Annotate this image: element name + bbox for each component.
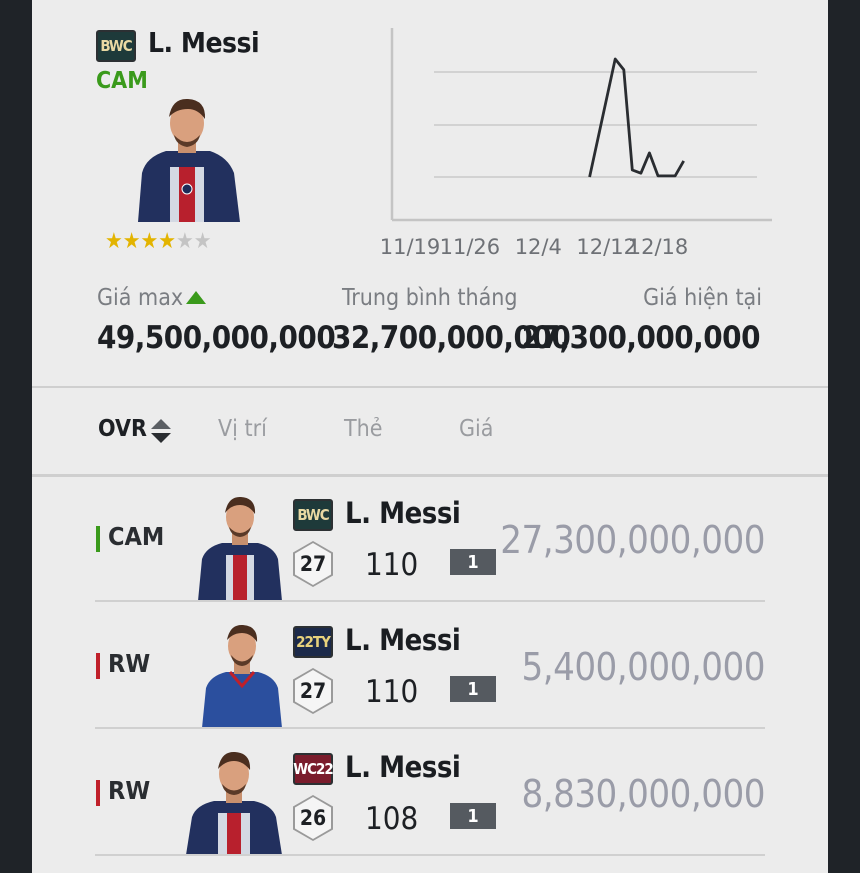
level-hexagon: 26 [293, 795, 333, 841]
position-color-marker [96, 653, 100, 679]
price-line-series [588, 57, 685, 178]
row-ovr: 108 [365, 801, 419, 837]
position-color-marker [96, 780, 100, 806]
row-ovr: 110 [365, 547, 419, 583]
current-price-label: Giá hiện tại [643, 285, 762, 311]
star-empty-icon: ★ [176, 229, 194, 254]
player-summary-card: BWC L. Messi CAM ★★★★★★ 11/19 11/26 12/4 12… [32, 0, 828, 386]
upgrade-grade-box: 1 [450, 676, 496, 702]
row-position: RW [108, 776, 151, 805]
upgrade-grade-box: 1 [450, 803, 496, 829]
star-rating: ★★★★★★ [105, 229, 212, 254]
level-value: 26 [295, 797, 331, 839]
star-filled-icon: ★ [140, 229, 159, 254]
player-price-panel: BWC L. Messi CAM ★★★★★★ 11/19 11/26 12/4 12… [32, 0, 828, 873]
row-position: RW [108, 649, 151, 678]
player-name: L. Messi [148, 26, 260, 59]
sort-bar: OVR Vị trí Thẻ Giá [32, 386, 828, 477]
row-player-name: L. Messi [345, 496, 461, 530]
list-item[interactable]: CAM BWC L. Messi 27 110 1 27,300,000,000 [32, 474, 828, 601]
sort-price-button[interactable]: Giá [459, 416, 493, 442]
row-player-name: L. Messi [345, 750, 461, 784]
price-history-chart: 11/19 11/26 12/4 12/1212/18 [380, 28, 772, 259]
player-photo [198, 496, 282, 601]
row-position: CAM [108, 522, 165, 551]
card-season-badge: 22TY [293, 626, 333, 658]
sort-card-button[interactable]: Thẻ [344, 416, 383, 442]
position-color-marker [96, 526, 100, 552]
row-divider [95, 854, 765, 856]
sort-ovr-button[interactable]: OVR [98, 416, 171, 443]
player-photo [138, 98, 240, 222]
x-tick-label: 12/4 [515, 235, 562, 259]
list-item[interactable]: RW 22TY L. Messi 27 110 1 5,400,000,000 [32, 601, 828, 728]
row-price: 27,300,000,000 [500, 518, 765, 562]
player-photo [186, 751, 282, 855]
max-price-value: 49,500,000,000 [97, 320, 336, 356]
star-empty-icon: ★ [193, 229, 212, 254]
max-price-label-text: Giá max [97, 285, 184, 311]
upgrade-grade-box: 1 [450, 549, 496, 575]
star-filled-icon: ★ [122, 229, 141, 254]
player-photo [202, 624, 282, 728]
row-price: 5,400,000,000 [521, 645, 765, 689]
row-price: 8,830,000,000 [521, 772, 765, 816]
trend-up-icon [186, 291, 206, 304]
row-ovr: 110 [365, 674, 419, 710]
card-season-badge: WC22 [293, 753, 334, 785]
sort-ovr-label: OVR [98, 416, 147, 442]
star-filled-icon: ★ [158, 229, 176, 254]
card-season-badge: BWC [96, 30, 136, 62]
x-tick-label: 11/19 [380, 235, 441, 259]
star-filled-icon: ★ [105, 229, 123, 254]
sort-toggle-icon [151, 419, 171, 443]
current-price-value: 27,300,000,000 [521, 320, 761, 356]
max-price-label: Giá max [97, 285, 183, 311]
row-player-name: L. Messi [345, 623, 461, 657]
x-tick-label: 12/18 [628, 235, 689, 259]
player-position: CAM [96, 68, 148, 94]
card-season-badge: BWC [293, 499, 333, 531]
level-hexagon: 27 [293, 668, 333, 714]
level-hexagon: 27 [293, 541, 333, 587]
list-item[interactable]: RW WC22 L. Messi 26 108 1 8,830,000,000 [32, 728, 828, 855]
level-value: 27 [295, 543, 331, 585]
x-tick-label: 11/26 [440, 235, 501, 259]
sort-position-button[interactable]: Vị trí [218, 416, 267, 442]
monthly-average-label: Trung bình tháng [342, 285, 518, 311]
level-value: 27 [295, 670, 331, 712]
